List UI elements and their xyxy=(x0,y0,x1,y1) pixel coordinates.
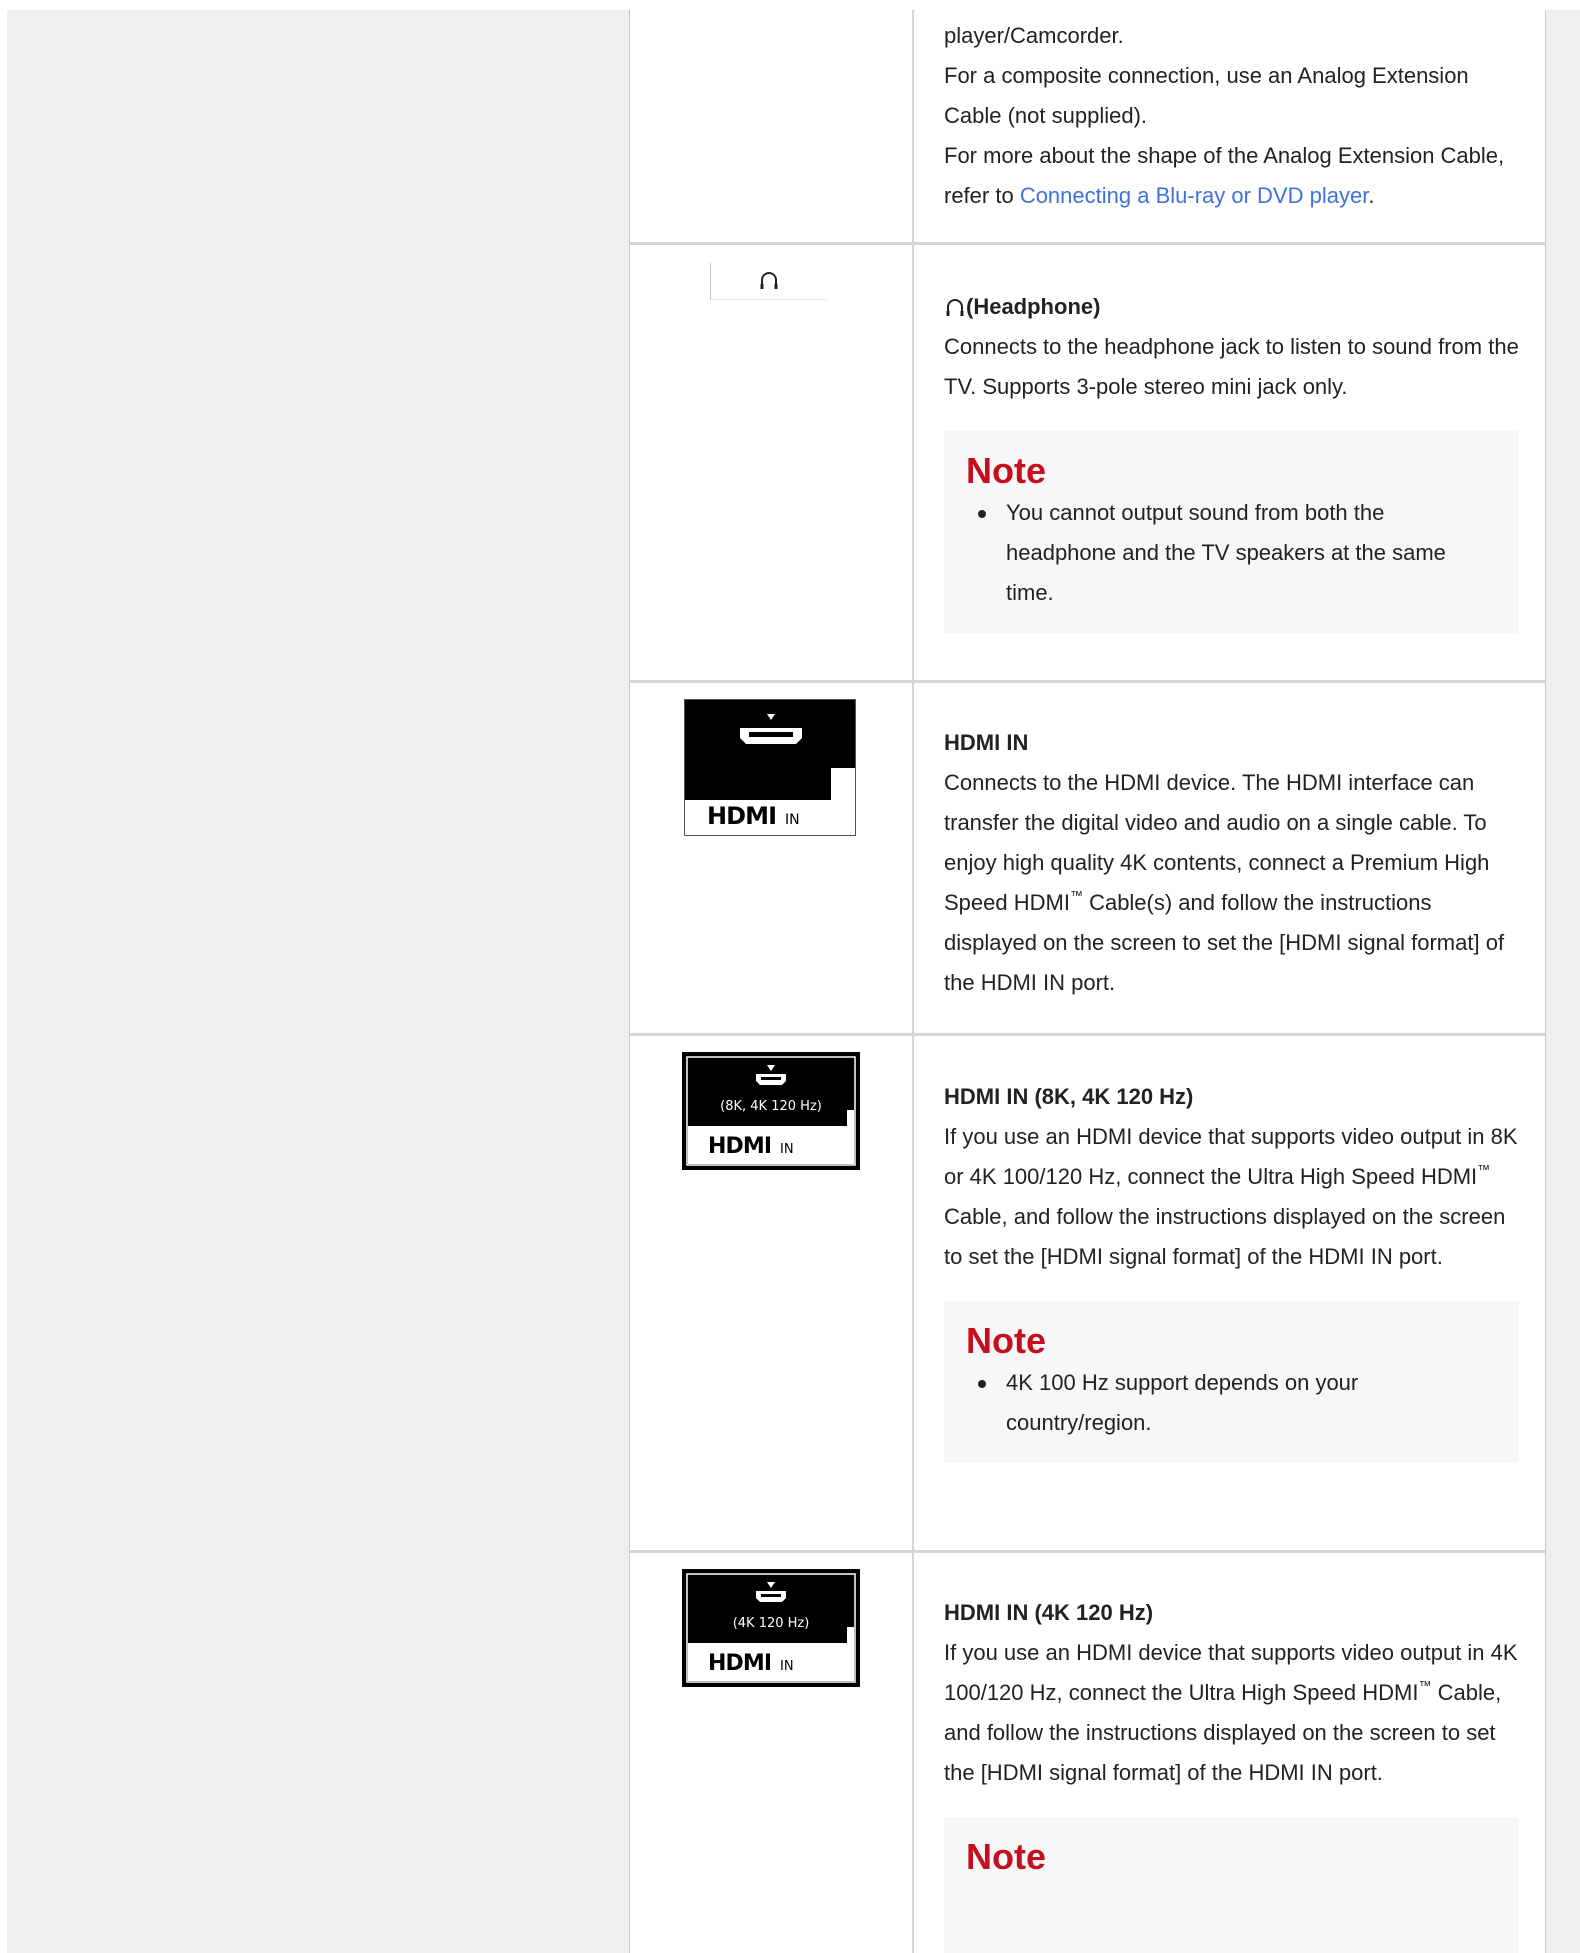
hdmi-logo-text: HDMI xyxy=(707,802,777,830)
hdmi-8k-caption: (8K, 4K 120 Hz) xyxy=(720,1099,822,1114)
trademark-mark: ™ xyxy=(1069,888,1083,903)
note-item: You cannot output sound from both the he… xyxy=(978,493,1497,613)
hdmi-8k-body-text: If you use an HDMI device that supports … xyxy=(944,1124,1518,1189)
trademark-mark: ™ xyxy=(1418,1678,1432,1693)
analog-line-3-suffix: . xyxy=(1368,183,1375,208)
headphone-title: (Headphone) xyxy=(944,287,1519,327)
note-item: 4K 100 Hz support depends on your countr… xyxy=(978,1363,1497,1443)
hdmi-in-body: Connects to the HDMI device. The HDMI in… xyxy=(944,763,1519,1003)
analog-line-1: player/Camcorder. xyxy=(944,23,1124,48)
hdmi-4k-caption: (4K 120 Hz) xyxy=(733,1616,810,1631)
hdmi-logo-text: HDMI xyxy=(708,1134,772,1159)
note-heading: Note xyxy=(966,1320,1046,1361)
hdmi-8k-body-text-end: Cable, and follow the instructions displ… xyxy=(944,1204,1506,1269)
row-divider xyxy=(630,680,1545,683)
analog-line-2: For a composite connection, use an Analo… xyxy=(944,63,1469,128)
analog-line-3: For more about the shape of the Analog E… xyxy=(944,136,1519,216)
note-heading: Note xyxy=(966,1836,1046,1877)
headphone-title-text: (Headphone) xyxy=(966,294,1101,319)
headphone-note: Note You cannot output sound from both t… xyxy=(944,431,1519,633)
hdmi-in-text: IN xyxy=(780,1659,794,1674)
hdmi-logo-text: HDMI xyxy=(708,1651,772,1676)
headphone-port-image xyxy=(710,263,827,300)
row-divider xyxy=(630,1550,1545,1553)
hdmi-in-description: HDMI IN Connects to the HDMI device. The… xyxy=(944,723,1519,1003)
hdmi-in-text: IN xyxy=(780,1142,794,1157)
hdmi-4k-port-image: (4K 120 Hz) HDMI IN xyxy=(682,1569,860,1687)
hdmi-4k-title: HDMI IN (4K 120 Hz) xyxy=(944,1600,1154,1625)
hdmi-in-port-image: HDMI IN xyxy=(684,699,856,836)
note-list: You cannot output sound from both the he… xyxy=(966,493,1497,613)
hdmi-in-text: IN xyxy=(785,812,800,828)
analog-description: player/Camcorder. For a composite connec… xyxy=(944,16,1519,216)
hdmi-8k-title: HDMI IN (8K, 4K 120 Hz) xyxy=(944,1084,1194,1109)
hdmi-8k-body: If you use an HDMI device that supports … xyxy=(944,1117,1519,1277)
content-right-border xyxy=(1545,10,1546,1953)
hdmi-8k-note: Note 4K 100 Hz support depends on your c… xyxy=(944,1301,1519,1463)
blu-ray-dvd-link[interactable]: Connecting a Blu-ray or DVD player xyxy=(1020,183,1369,208)
headphone-icon xyxy=(760,272,778,289)
hdmi-4k-description: HDMI IN (4K 120 Hz) If you use an HDMI d… xyxy=(944,1593,1519,1953)
hdmi-8k-port-icon: (8K, 4K 120 Hz) HDMI IN xyxy=(682,1052,860,1170)
row-divider xyxy=(630,1033,1545,1036)
row-divider xyxy=(630,242,1545,245)
hdmi-4k-body: If you use an HDMI device that supports … xyxy=(944,1633,1519,1793)
terminals-table: player/Camcorder. For a composite connec… xyxy=(630,10,1545,1953)
headphone-description: (Headphone) Connects to the headphone ja… xyxy=(944,287,1519,633)
hdmi-port-icon: HDMI IN xyxy=(685,700,855,835)
hdmi-8k-description: HDMI IN (8K, 4K 120 Hz) If you use an HD… xyxy=(944,1077,1519,1463)
hdmi-4k-port-icon: (4K 120 Hz) HDMI IN xyxy=(682,1569,860,1687)
note-list: 4K 100 Hz support depends on your countr… xyxy=(966,1363,1497,1443)
headphone-body: Connects to the headphone jack to listen… xyxy=(944,334,1519,399)
hdmi-in-title: HDMI IN xyxy=(944,730,1029,755)
trademark-mark: ™ xyxy=(1477,1162,1491,1177)
hdmi-8k-port-image: (8K, 4K 120 Hz) HDMI IN xyxy=(682,1052,860,1170)
note-heading: Note xyxy=(966,450,1046,491)
headphone-inline-icon xyxy=(946,299,964,316)
hdmi-4k-note: Note xyxy=(944,1817,1519,1953)
column-divider xyxy=(912,10,914,1953)
